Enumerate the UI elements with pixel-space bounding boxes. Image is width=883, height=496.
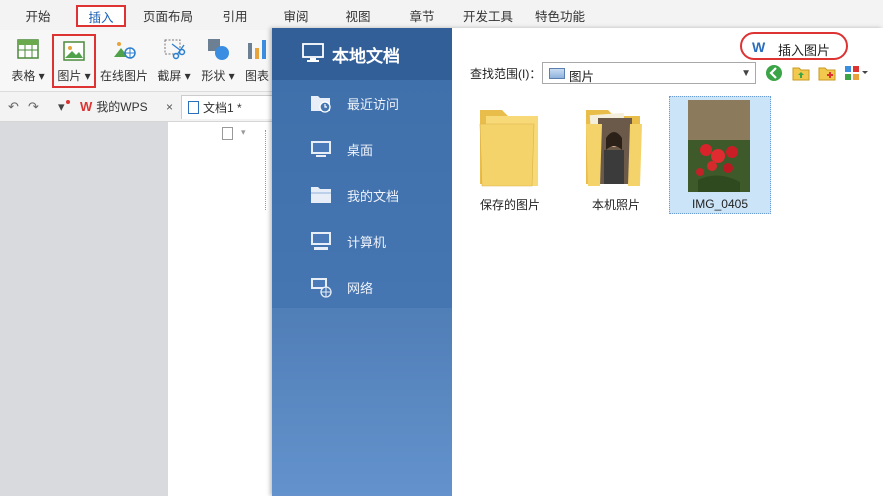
ribbon-tab-bar: 开始 插入 页面布局 引用 审阅 视图 章节 开发工具 特色功能 bbox=[0, 0, 883, 30]
online-picture-button[interactable]: 在线图片 bbox=[98, 34, 150, 88]
recent-folder-icon bbox=[311, 96, 331, 113]
tab-document1[interactable]: 文档1 * bbox=[181, 95, 273, 119]
document-page[interactable] bbox=[168, 122, 278, 496]
look-in-value: 图片 bbox=[569, 70, 595, 84]
wps-writer-icon: W bbox=[752, 39, 766, 55]
margin-guide bbox=[265, 130, 266, 210]
online-picture-label: 在线图片 bbox=[99, 69, 148, 83]
file-item-local-photos[interactable]: 本机照片 bbox=[566, 96, 666, 214]
tab-chapter[interactable]: 章节 bbox=[402, 6, 442, 28]
folder-icon bbox=[311, 187, 331, 203]
close-icon[interactable]: × bbox=[166, 95, 173, 119]
tab-view[interactable]: 视图 bbox=[338, 6, 378, 28]
picture-button[interactable]: 图片 ▾ bbox=[52, 34, 96, 88]
chevron-down-icon: ▾ bbox=[241, 127, 246, 137]
screenshot-label: 截屏 bbox=[157, 69, 182, 83]
sidebar-item-my-documents[interactable]: 我的文档 bbox=[272, 172, 452, 218]
sidebar-item-computer[interactable]: 计算机 bbox=[272, 218, 452, 264]
picture-label: 图片 bbox=[57, 69, 82, 83]
sidebar-empty-area bbox=[272, 308, 452, 496]
file-browser: W 插入图片 查找范围(I)： 图片 ▼ 保存的图片 本机照片 IMG_0405 bbox=[452, 28, 883, 496]
document1-label: 文档1 * bbox=[203, 101, 242, 115]
my-wps-label: 我的WPS bbox=[96, 100, 148, 114]
chart-button[interactable]: 图表 bbox=[242, 34, 272, 88]
look-in-label: 查找范围(I)： bbox=[470, 67, 542, 81]
wps-logo-icon: W bbox=[80, 99, 93, 114]
sidebar-title: 本地文档 bbox=[332, 47, 400, 66]
tab-page-layout[interactable]: 页面布局 bbox=[140, 6, 196, 28]
image-thumbnail bbox=[688, 100, 750, 192]
tab-my-wps[interactable]: W 我的WPS × bbox=[80, 95, 180, 119]
look-in-dropdown[interactable]: 图片 ▼ bbox=[542, 62, 756, 84]
file-item-saved-pictures[interactable]: 保存的图片 bbox=[460, 96, 560, 214]
network-label: 网络 bbox=[347, 281, 374, 296]
insert-picture-button[interactable]: W 插入图片 bbox=[740, 32, 848, 60]
recent-label: 最近访问 bbox=[347, 97, 400, 112]
tab-review[interactable]: 审阅 bbox=[276, 6, 316, 28]
new-folder-icon[interactable] bbox=[818, 64, 836, 82]
paragraph-icon[interactable] bbox=[222, 127, 233, 140]
document-canvas: ▾ bbox=[0, 122, 278, 496]
chart-label: 图表 bbox=[244, 69, 269, 83]
shapes-label: 形状 bbox=[201, 69, 226, 83]
desktop-icon bbox=[311, 141, 331, 157]
screenshot-button[interactable]: 截屏 ▾ bbox=[154, 34, 194, 88]
sidebar-item-network[interactable]: 网络 bbox=[272, 264, 452, 310]
chart-icon bbox=[248, 40, 266, 59]
table-icon bbox=[17, 39, 39, 59]
shapes-icon bbox=[208, 39, 229, 60]
local-photos-label: 本机照片 bbox=[591, 198, 640, 212]
monitor-icon bbox=[302, 43, 324, 62]
saved-pictures-label: 保存的图片 bbox=[479, 198, 540, 212]
chevron-down-icon: ▼ bbox=[741, 68, 751, 79]
desktop-label: 桌面 bbox=[347, 143, 374, 158]
tab-insert[interactable]: 插入 bbox=[76, 5, 126, 27]
document-icon bbox=[188, 101, 199, 114]
online-picture-icon bbox=[114, 42, 136, 59]
insert-picture-dialog: 本地文档 最近访问 桌面 我的文档 计算机 网络 W 插入图片 查找范围(I)：… bbox=[272, 28, 883, 496]
folder-icon bbox=[479, 110, 538, 187]
tab-references[interactable]: 引用 bbox=[215, 6, 255, 28]
table-label: 表格 bbox=[11, 69, 36, 83]
network-icon bbox=[311, 278, 332, 298]
picture-icon bbox=[63, 41, 85, 61]
tab-home[interactable]: 开始 bbox=[18, 6, 58, 28]
file-item-img-0405[interactable]: IMG_0405 bbox=[669, 96, 771, 214]
up-folder-icon[interactable] bbox=[792, 64, 810, 82]
redo-icon[interactable]: ↷ bbox=[28, 100, 42, 114]
computer-label: 计算机 bbox=[347, 235, 387, 250]
pictures-folder-icon bbox=[549, 68, 565, 79]
img-0405-label: IMG_0405 bbox=[691, 197, 749, 211]
photo-folder-icon bbox=[586, 110, 642, 186]
tab-special[interactable]: 特色功能 bbox=[532, 6, 588, 28]
undo-icon[interactable]: ↶ bbox=[8, 100, 22, 114]
local-documents-header: 本地文档 bbox=[272, 28, 452, 80]
shapes-button[interactable]: 形状 ▾ bbox=[198, 34, 238, 88]
tab-developer[interactable]: 开发工具 bbox=[460, 6, 516, 28]
scissors-icon bbox=[164, 39, 186, 60]
table-button[interactable]: 表格 ▾ bbox=[8, 34, 48, 88]
notification-dot bbox=[66, 100, 70, 104]
back-icon[interactable] bbox=[765, 64, 783, 82]
view-menu-icon[interactable] bbox=[844, 64, 870, 82]
my-documents-label: 我的文档 bbox=[347, 189, 400, 204]
computer-icon bbox=[311, 232, 331, 250]
dialog-sidebar: 本地文档 最近访问 桌面 我的文档 计算机 网络 bbox=[272, 28, 452, 496]
sidebar-item-desktop[interactable]: 桌面 bbox=[272, 126, 452, 172]
sidebar-item-recent[interactable]: 最近访问 bbox=[272, 80, 452, 126]
insert-picture-label: 插入图片 bbox=[778, 43, 831, 58]
